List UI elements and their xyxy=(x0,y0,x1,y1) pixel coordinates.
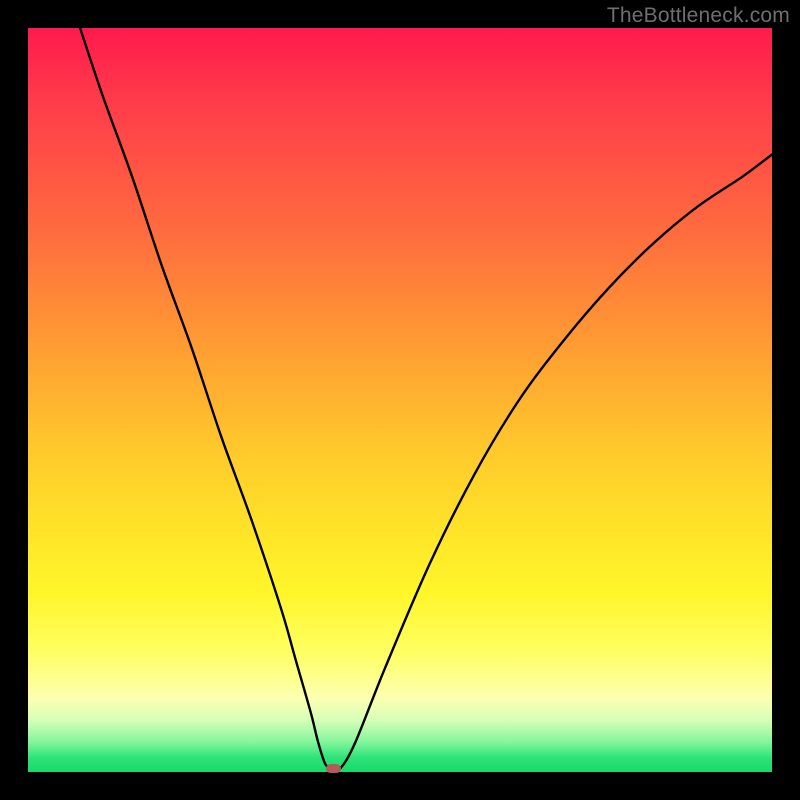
optimal-point-marker xyxy=(326,764,341,773)
chart-frame: TheBottleneck.com xyxy=(0,0,800,800)
plot-area xyxy=(28,28,772,772)
watermark-text: TheBottleneck.com xyxy=(607,4,790,28)
bottleneck-curve xyxy=(28,28,772,772)
